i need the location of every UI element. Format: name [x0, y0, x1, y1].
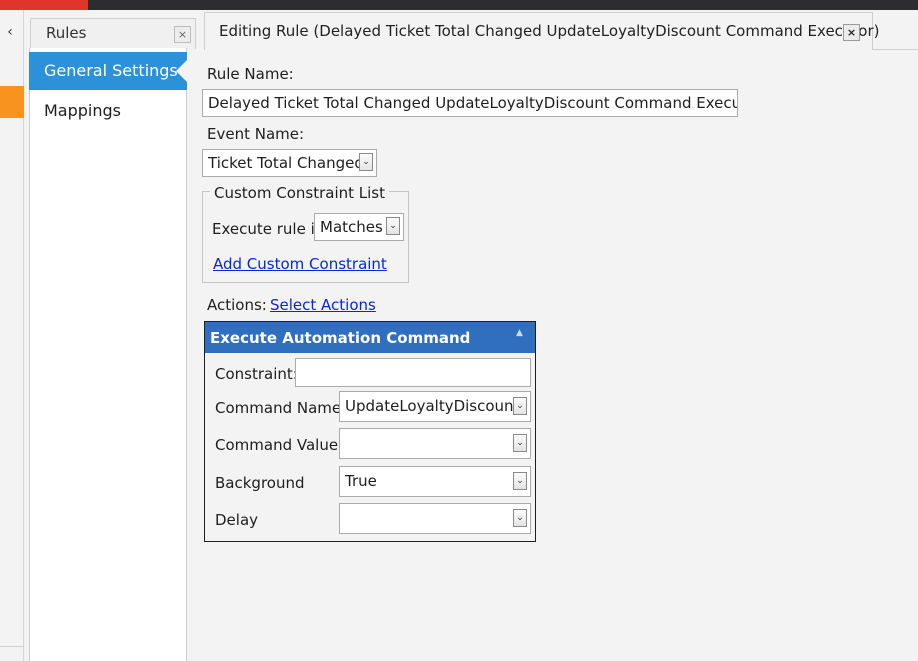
command-name-label: Command Name — [215, 399, 342, 417]
chevron-down-icon[interactable]: ⌄ — [359, 153, 373, 171]
tab-strip-line — [873, 49, 918, 50]
delay-label: Delay — [215, 511, 259, 529]
select-actions-link[interactable]: Select Actions — [270, 296, 376, 314]
strip-divider — [0, 646, 24, 647]
constraint-input[interactable] — [295, 358, 531, 387]
chevron-down-icon[interactable]: ⌄ — [513, 472, 527, 490]
event-name-label: Event Name: — [207, 125, 305, 143]
event-name-select[interactable]: Ticket Total Changed — [202, 149, 377, 177]
command-value-label: Command Value — [215, 436, 339, 454]
rule-name-input[interactable]: Delayed Ticket Total Changed UpdateLoyal… — [202, 89, 738, 117]
command-value-select[interactable] — [339, 428, 531, 459]
chevron-down-icon[interactable]: ⌄ — [513, 397, 527, 415]
collapse-chevron-icon[interactable]: ‹ — [2, 22, 18, 42]
add-custom-constraint-link[interactable]: Add Custom Constraint — [213, 255, 387, 273]
nav-item-general-settings-label: General Settings — [44, 61, 178, 80]
rules-tab-close-icon[interactable]: × — [174, 26, 191, 43]
title-bar-red-tab — [0, 0, 88, 10]
execute-rule-if-label: Execute rule if — [212, 220, 321, 238]
rule-name-label: Rule Name: — [207, 65, 294, 83]
chevron-down-icon[interactable]: ⌄ — [386, 217, 400, 235]
command-name-select[interactable]: UpdateLoyaltyDiscount — [339, 391, 531, 422]
selected-pointer-icon — [176, 60, 187, 82]
editing-tab-close-icon[interactable]: × — [843, 24, 860, 41]
background-select[interactable]: True — [339, 466, 531, 497]
orange-indicator[interactable] — [0, 86, 24, 118]
action-panel-title: Execute Automation Command — [210, 329, 471, 347]
delay-select[interactable] — [339, 503, 531, 534]
chevron-down-icon[interactable]: ⌄ — [513, 434, 527, 452]
actions-label: Actions: — [207, 296, 267, 314]
background-label: Background — [215, 474, 305, 492]
settings-nav — [29, 48, 187, 661]
collapse-up-icon[interactable]: ▲ — [516, 328, 523, 338]
title-bar — [0, 0, 918, 10]
chevron-down-icon[interactable]: ⌄ — [513, 509, 527, 527]
editing-rule-tab-label: Editing Rule (Delayed Ticket Total Chang… — [219, 22, 880, 40]
custom-constraint-group-title: Custom Constraint List — [210, 184, 389, 202]
rules-tab-label: Rules — [46, 24, 87, 42]
nav-item-mappings[interactable]: Mappings — [44, 101, 121, 120]
constraint-label: Constraint: — [215, 365, 298, 383]
